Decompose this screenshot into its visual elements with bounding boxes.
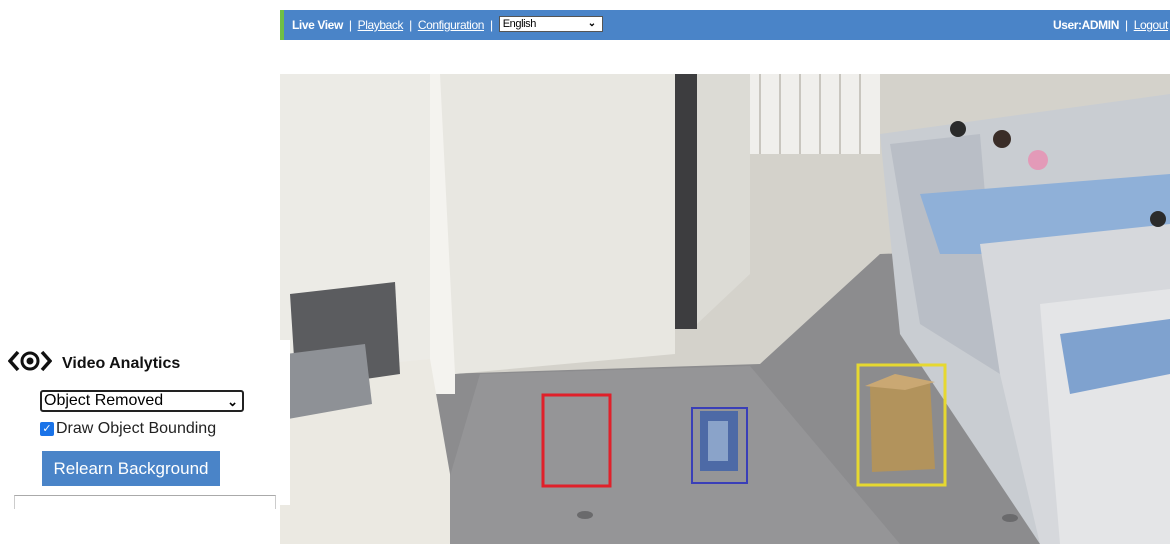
nav-separator: | [1124,18,1128,32]
video-frame [280,74,1170,544]
video-analytics-header: Video Analytics [7,350,181,377]
top-nav-bar: Live View | Playback | Configuration | English… [280,10,1170,40]
panel-divider [14,495,276,509]
nav-live-view[interactable]: Live View [292,18,343,32]
logout-link[interactable]: Logout [1134,18,1169,32]
user-area: User:ADMIN | Logout [1053,18,1168,32]
nav-separator: | [409,18,412,32]
eye-icon [7,350,53,377]
nav-configuration-link[interactable]: Configuration [418,18,485,32]
draw-bounding-row: ✓ Draw Object Bounding [40,420,216,438]
draw-bounding-label[interactable]: Draw Object Bounding [56,420,216,438]
draw-bounding-checkbox[interactable]: ✓ [40,422,54,436]
nav-separator: | [348,18,352,32]
user-label: User:ADMIN [1052,18,1119,32]
nav-separator: | [490,18,493,32]
chevron-down-icon: ⌄ [227,394,238,409]
main-nav: Live View | Playback | Configuration | English… [292,16,603,33]
language-select-value: English [502,18,537,31]
video-analytics-title: Video Analytics [62,354,181,372]
language-select[interactable]: English ⌄ [498,16,603,33]
nav-playback-link[interactable]: Playback [358,18,404,32]
relearn-background-button[interactable]: Relearn Background [42,451,220,486]
video-analytics-panel: Video Analytics Object Removed ⌄ ✓ Draw … [0,340,290,509]
analytics-mode-select[interactable]: Object Removed ⌄ [40,390,244,412]
chevron-down-icon: ⌄ [587,18,596,30]
live-video-view[interactable] [280,74,1170,544]
analytics-mode-value: Object Removed [44,392,164,409]
